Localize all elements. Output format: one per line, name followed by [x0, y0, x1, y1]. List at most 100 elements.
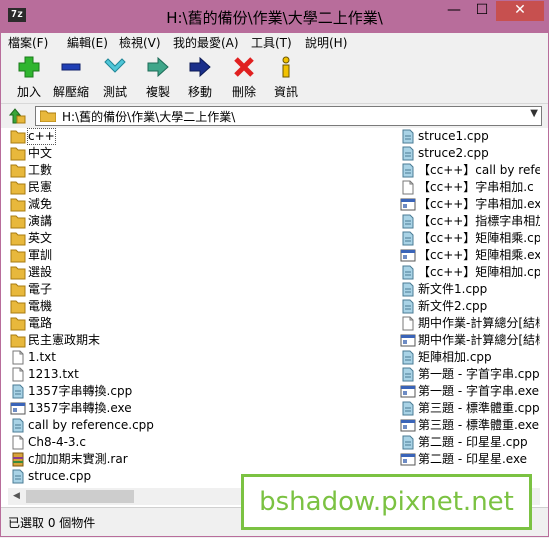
file-name: 第三題 - 標準體重.cpp [418, 401, 540, 415]
menu-favorites[interactable]: 我的最愛(A) [173, 34, 239, 51]
list-item[interactable]: 1213.txt [8, 366, 398, 383]
list-item[interactable]: 【cc++】call by refere [398, 162, 540, 179]
menu-help[interactable]: 說明(H) [305, 34, 347, 51]
list-item[interactable]: 第三題 - 標準體重.exe [398, 417, 540, 434]
cpp-file-icon [402, 214, 414, 229]
folder-icon [10, 232, 26, 246]
txt-file-icon [12, 350, 24, 365]
move-label: 移動 [187, 85, 212, 99]
folder-icon [10, 266, 26, 280]
list-item[interactable]: 1357字串轉換.cpp [8, 383, 398, 400]
address-bar: H:\舊的備份\作業\大學二上作業\ ▼ [0, 104, 549, 128]
list-item[interactable]: 【cc++】矩陣相加.cpp [398, 264, 540, 281]
list-item[interactable]: 軍訓 [8, 247, 398, 264]
folder-icon [10, 181, 26, 195]
menu-tools[interactable]: 工具(T) [251, 34, 292, 51]
list-item[interactable]: 第一題 - 字首字串.cpp [398, 366, 540, 383]
list-item[interactable]: 中文 [8, 145, 398, 162]
up-folder-icon[interactable] [8, 107, 26, 125]
menu-file[interactable]: 檔案(F) [8, 34, 48, 51]
list-item[interactable]: c加加期末實測.rar [8, 451, 398, 468]
list-item[interactable]: 【cc++】指標字串相加 [398, 213, 540, 230]
list-item[interactable]: 工數 [8, 162, 398, 179]
delete-button[interactable]: 刪除 [224, 55, 264, 100]
list-item[interactable]: 英文 [8, 230, 398, 247]
move-icon [189, 56, 211, 78]
close-button[interactable]: ✕ [496, 1, 544, 21]
test-button[interactable]: 測試 [95, 55, 135, 100]
maximize-button[interactable]: ☐ [468, 1, 496, 21]
list-item[interactable]: 【cc++】字串相加.c [398, 179, 540, 196]
move-button[interactable]: 移動 [180, 55, 220, 100]
list-item[interactable]: 減免 [8, 196, 398, 213]
exe-file-icon [400, 453, 416, 466]
folder-icon [10, 283, 26, 297]
menu-view[interactable]: 檢視(V) [119, 34, 161, 51]
dropdown-arrow-icon[interactable]: ▼ [530, 108, 538, 119]
folder-icon [10, 164, 26, 178]
list-item[interactable]: 期中作業-計算總分[結構 [398, 315, 540, 332]
txt-file-icon [12, 367, 24, 382]
add-button[interactable]: 加入 [9, 55, 49, 100]
copy-icon [147, 56, 169, 78]
copy-button[interactable]: 複製 [138, 55, 178, 100]
list-item[interactable]: 第三題 - 標準體重.cpp [398, 400, 540, 417]
list-item[interactable]: 新文件1.cpp [398, 281, 540, 298]
exe-file-icon [400, 419, 416, 432]
cpp-file-icon [402, 401, 414, 416]
cpp-file-icon [402, 163, 414, 178]
watermark: bshadow.pixnet.net [241, 474, 532, 530]
file-name: 【cc++】矩陣相乘.exe [418, 248, 540, 262]
list-item[interactable]: Ch8-4-3.c [8, 434, 398, 451]
file-name: 軍訓 [28, 248, 53, 262]
test-label: 測試 [102, 85, 127, 99]
list-item[interactable]: 1.txt [8, 349, 398, 366]
menu-edit[interactable]: 編輯(E) [67, 34, 108, 51]
folder-icon [10, 215, 26, 229]
list-item[interactable]: 演講 [8, 213, 398, 230]
list-item[interactable]: 矩陣相加.cpp [398, 349, 540, 366]
list-item[interactable]: c++ [8, 128, 398, 145]
file-list[interactable]: c++ 中文 工數 民憲 減免 演講 英文 軍訓選設 電子電機 電路民主憲政期末 1.txt 1213… [8, 128, 540, 488]
list-item[interactable]: call by reference.cpp [8, 417, 398, 434]
toolbar: 加入 解壓縮 測試 複製 移動 刪除 資訊 [0, 51, 549, 104]
file-name: 電路 [28, 316, 53, 330]
info-button[interactable]: 資訊 [266, 55, 306, 100]
list-item[interactable]: 電機 [8, 298, 398, 315]
txt-file-icon [402, 316, 414, 331]
file-name: 電子 [28, 282, 53, 296]
file-name: 矩陣相加.cpp [418, 350, 492, 364]
address-input[interactable]: H:\舊的備份\作業\大學二上作業\ ▼ [35, 106, 542, 126]
status-text: 已選取 0 個物件 [8, 516, 96, 530]
cpp-file-icon [402, 231, 414, 246]
list-item[interactable]: 電路 [8, 315, 398, 332]
cpp-file-icon [402, 367, 414, 382]
list-item[interactable]: 【cc++】矩陣相乘.cpp [398, 230, 540, 247]
list-item[interactable]: 1357字串轉換.exe [8, 400, 398, 417]
file-name: 1.txt [28, 350, 56, 364]
list-item[interactable]: 民主憲政期末 [8, 332, 398, 349]
list-item[interactable]: 第二題 - 印星星.cpp [398, 434, 540, 451]
list-item[interactable]: 第一題 - 字首字串.exe [398, 383, 540, 400]
folder-icon [10, 334, 26, 348]
minimize-button[interactable]: — [440, 1, 468, 21]
file-name: 第一題 - 字首字串.exe [418, 384, 540, 398]
list-item[interactable]: 電子 [8, 281, 398, 298]
cpp-file-icon [12, 384, 24, 399]
list-item[interactable]: struce1.cpp [398, 128, 540, 145]
folder-icon [10, 317, 26, 331]
cpp-file-icon [402, 265, 414, 280]
scroll-thumb[interactable] [26, 490, 134, 503]
extract-button[interactable]: 解壓縮 [51, 55, 91, 100]
list-item[interactable]: 新文件2.cpp [398, 298, 540, 315]
folder-icon [40, 110, 56, 122]
list-item[interactable]: 【cc++】字串相加.exe [398, 196, 540, 213]
cpp-file-icon [402, 435, 414, 450]
list-item[interactable]: 民憲 [8, 179, 398, 196]
list-item[interactable]: 第二題 - 印星星.exe [398, 451, 540, 468]
list-item[interactable]: 期中作業-計算總分[結構 [398, 332, 540, 349]
list-item[interactable]: 選設 [8, 264, 398, 281]
list-item[interactable]: 【cc++】矩陣相乘.exe [398, 247, 540, 264]
list-item[interactable]: struce2.cpp [398, 145, 540, 162]
scroll-left-icon[interactable]: ◀ [8, 488, 25, 505]
